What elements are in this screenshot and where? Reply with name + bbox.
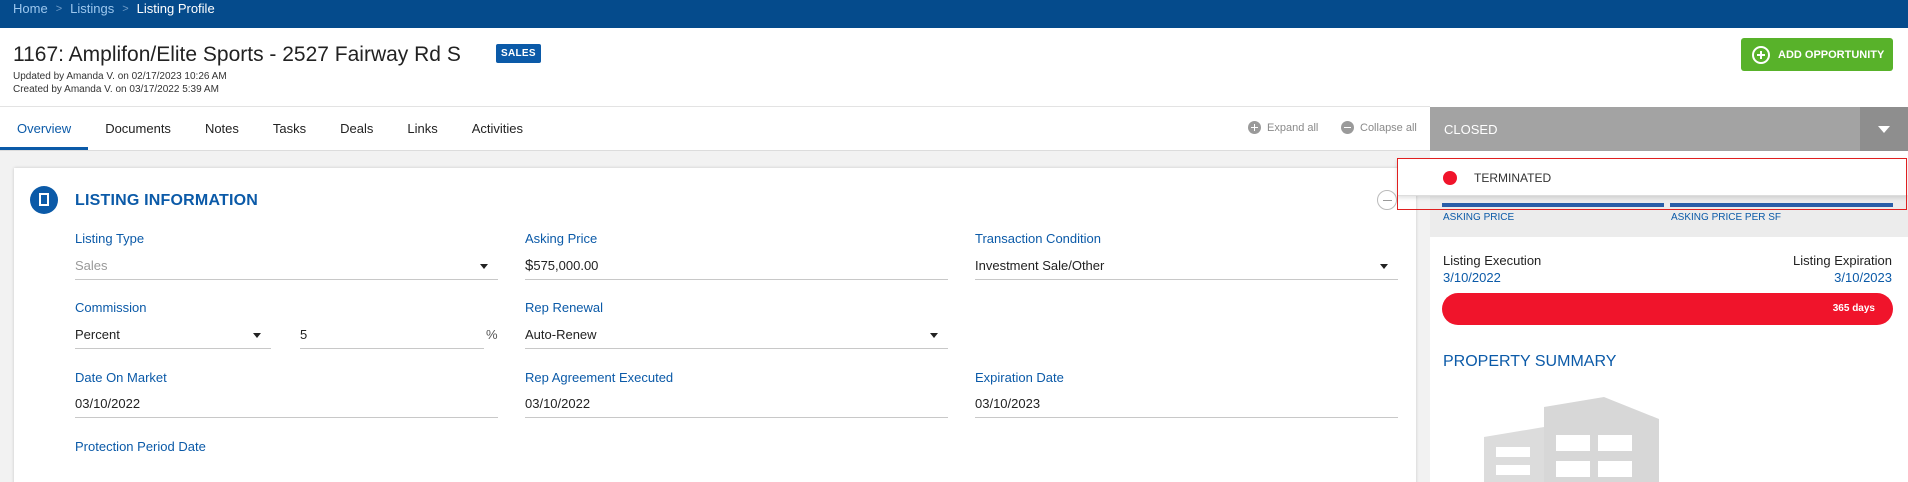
asking-price-value: 575,000.00 (533, 258, 599, 273)
listing-execution-value: 3/10/2022 (1443, 270, 1501, 285)
card-title: LISTING INFORMATION (75, 192, 259, 209)
caret-down-icon (930, 333, 938, 338)
tab-tasks[interactable]: Tasks (256, 107, 323, 150)
sales-badge: SALES (496, 44, 541, 63)
breadcrumb-current: Listing Profile (136, 1, 215, 16)
currency-symbol: $ (525, 257, 534, 274)
tab-bar: Overview Documents Notes Tasks Deals Lin… (0, 107, 540, 150)
protection-period-date-label: Protection Period Date (75, 439, 206, 454)
breadcrumb-separator: > (55, 2, 63, 15)
expiration-date-value: 03/10/2023 (975, 396, 1041, 411)
expand-all-label: Expand all (1267, 121, 1319, 134)
plus-circle-icon (1248, 121, 1261, 134)
asking-price-label: ASKING PRICE (1443, 212, 1515, 223)
asking-price-label: Asking Price (525, 231, 598, 246)
building-icon (30, 186, 58, 214)
caret-down-icon (253, 333, 261, 338)
breadcrumb-listings[interactable]: Listings (70, 1, 114, 16)
top-bar: Home > Listings > Listing Profile (0, 0, 1908, 28)
property-summary-title: PROPERTY SUMMARY (1443, 353, 1617, 370)
commission-amount-input[interactable]: 5 (300, 321, 484, 349)
days-count: 365 days (1832, 303, 1875, 314)
asking-price-per-sf-label: ASKING PRICE PER SF (1671, 212, 1782, 223)
updated-info: Updated by Amanda V. on 02/17/2023 10:26… (13, 71, 227, 82)
page-title: 1167: Amplifon/Elite Sports - 2527 Fairw… (13, 43, 461, 66)
transaction-condition-select[interactable]: Investment Sale/Other (975, 252, 1398, 280)
percent-unit: % (486, 327, 498, 342)
commission-type-value: Percent (75, 327, 120, 342)
tab-links[interactable]: Links (390, 107, 454, 150)
status-select[interactable]: CLOSED (1430, 107, 1908, 151)
rep-agreement-executed-value: 03/10/2022 (525, 396, 591, 411)
transaction-condition-value: Investment Sale/Other (975, 258, 1105, 273)
asking-price-bar (1442, 203, 1664, 207)
listing-expiration-value: 3/10/2023 (1834, 270, 1892, 285)
commission-label: Commission (75, 300, 147, 315)
date-on-market-input[interactable]: 03/10/2022 (75, 390, 498, 418)
tab-deals[interactable]: Deals (323, 107, 390, 150)
plus-circle-icon (1752, 45, 1770, 64)
transaction-condition-label: Transaction Condition (975, 231, 1101, 246)
rep-agreement-executed-label: Rep Agreement Executed (525, 370, 674, 385)
expiration-date-label: Expiration Date (975, 370, 1064, 385)
listing-duration-bar: 365 days (1442, 293, 1893, 325)
collapse-all-label: Collapse all (1360, 121, 1417, 134)
expiration-date-input[interactable]: 03/10/2023 (975, 390, 1398, 418)
listing-type-select[interactable]: Sales (75, 252, 498, 280)
date-on-market-value: 03/10/2022 (75, 396, 141, 411)
add-opportunity-label: ADD OPPORTUNITY (1778, 48, 1885, 61)
building-placeholder-icon (1484, 397, 1659, 482)
listing-type-value: Sales (75, 258, 108, 273)
asking-price-per-sf-bar (1670, 203, 1893, 207)
listing-expiration-label: Listing Expiration (1793, 253, 1892, 268)
breadcrumb-separator: > (122, 2, 129, 15)
collapse-all-button[interactable]: Collapse all (1341, 121, 1417, 134)
status-dot-icon (1443, 171, 1457, 185)
created-info: Created by Amanda V. on 03/17/2022 5:39 … (13, 84, 219, 95)
date-on-market-label: Date On Market (75, 370, 167, 385)
tab-notes[interactable]: Notes (188, 107, 256, 150)
caret-down-icon (480, 264, 488, 269)
status-value: CLOSED (1444, 122, 1498, 137)
tab-documents[interactable]: Documents (88, 107, 188, 150)
breadcrumb-home[interactable]: Home (13, 1, 48, 16)
rep-agreement-executed-input[interactable]: 03/10/2022 (525, 390, 948, 418)
commission-type-select[interactable]: Percent (75, 321, 271, 349)
asking-price-input[interactable]: $ 575,000.00 (525, 252, 948, 280)
tab-overview[interactable]: Overview (0, 107, 89, 150)
expand-all-button[interactable]: Expand all (1248, 121, 1318, 134)
rep-renewal-select[interactable]: Auto-Renew (525, 321, 948, 349)
breadcrumb: Home > Listings > Listing Profile (13, 0, 215, 17)
add-opportunity-button[interactable]: ADD OPPORTUNITY (1741, 38, 1893, 71)
dropdown-option-label: TERMINATED (1474, 171, 1552, 185)
listing-execution-label: Listing Execution (1443, 253, 1542, 268)
status-dropdown-toggle[interactable] (1860, 107, 1908, 151)
commission-amount-value: 5 (300, 327, 308, 342)
caret-down-icon (1380, 264, 1388, 269)
tab-activities[interactable]: Activities (455, 107, 540, 150)
rep-renewal-value: Auto-Renew (525, 327, 597, 342)
minus-circle-icon (1341, 121, 1354, 134)
rep-renewal-label: Rep Renewal (525, 300, 604, 315)
dropdown-option-terminated[interactable]: TERMINATED (1397, 158, 1907, 196)
collapse-section-button[interactable] (1377, 190, 1397, 210)
listing-type-label: Listing Type (75, 231, 145, 246)
